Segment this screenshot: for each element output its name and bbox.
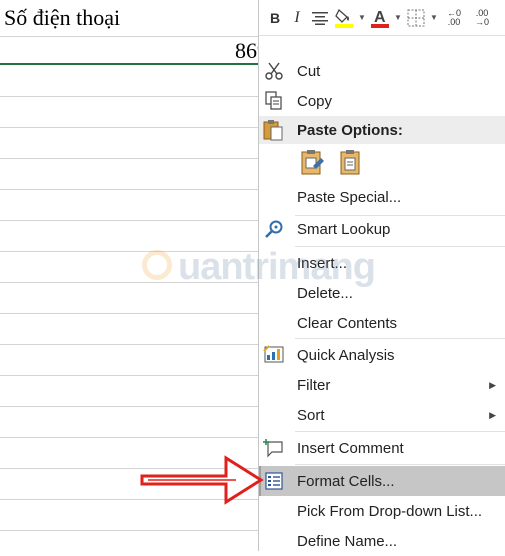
menu-item-filter[interactable]: Filter ▶: [259, 370, 505, 400]
menu-item-format-cells[interactable]: Format Cells...: [259, 466, 505, 496]
fill-color-dropdown[interactable]: ▼: [357, 5, 367, 31]
menu-item-insert[interactable]: Insert...: [259, 248, 505, 278]
menu-item-define-name[interactable]: Define Name...: [259, 526, 505, 556]
menu-item-cut[interactable]: Cut: [259, 56, 505, 86]
menu-label: Paste Special...: [297, 188, 402, 206]
menu-label: Cut: [297, 62, 321, 80]
copy-icon: [265, 91, 282, 110]
row-line: [0, 189, 258, 190]
row-line: [0, 96, 258, 97]
menu-label: Sort: [297, 406, 325, 424]
row-line: [0, 375, 258, 376]
fill-color-button[interactable]: [333, 5, 355, 31]
paste-options-header: Paste Options:: [259, 116, 505, 144]
row-line: [0, 282, 258, 283]
increase-decimal-bottom: .00: [447, 16, 461, 27]
submenu-arrow-icon: ▶: [489, 379, 496, 390]
smart-lookup-icon: [265, 220, 283, 238]
menu-label: Delete...: [297, 284, 353, 302]
borders-dropdown[interactable]: ▼: [429, 5, 439, 31]
row-line: [0, 251, 258, 252]
menu-label: Pick From Drop-down List...: [297, 502, 483, 520]
menu-label: Insert...: [297, 254, 348, 272]
center-align-button[interactable]: [309, 5, 331, 31]
increase-decimal-button[interactable]: ←0 .00: [441, 5, 467, 31]
borders-icon: [407, 9, 425, 26]
italic-button[interactable]: I: [287, 5, 307, 31]
menu-label: Smart Lookup: [297, 220, 391, 238]
format-cells-icon: [265, 472, 283, 490]
menu-separator: [295, 246, 505, 247]
menu-item-quick-analysis[interactable]: Quick Analysis: [259, 340, 505, 370]
menu-label: Clear Contents: [297, 314, 398, 332]
menu-item-copy[interactable]: Copy: [259, 86, 505, 116]
menu-label: Filter: [297, 376, 331, 394]
row-line: [0, 127, 258, 128]
svg-text:A: A: [374, 9, 386, 26]
menu-separator: [295, 338, 505, 339]
align-center-icon: [312, 11, 328, 25]
menu-item-sort[interactable]: Sort ▶: [259, 400, 505, 430]
decrease-decimal-bottom: →0: [474, 16, 489, 27]
paste-icon[interactable]: [335, 148, 367, 178]
paste-keep-formatting-icon[interactable]: [297, 148, 329, 178]
paste-options-row: [297, 148, 373, 178]
row-line: [0, 344, 258, 345]
row-line: [0, 530, 258, 531]
decrease-decimal-button[interactable]: .00 →0: [469, 5, 495, 31]
menu-item-paste-special[interactable]: Paste Special...: [259, 182, 505, 212]
menu-item-insert-comment[interactable]: Insert Comment: [259, 433, 505, 463]
mini-toolbar: B I ▼ A ▼ ▼ ←0 .00 .00 →0: [258, 0, 505, 36]
menu-item-delete[interactable]: Delete...: [259, 278, 505, 308]
menu-label: Define Name...: [297, 532, 398, 550]
row-line: [0, 313, 258, 314]
font-color-icon: A: [371, 9, 389, 28]
selected-cell[interactable]: 86977: [0, 36, 296, 66]
menu-separator: [295, 464, 505, 465]
bold-button[interactable]: B: [265, 5, 285, 31]
font-color-dropdown[interactable]: ▼: [393, 5, 403, 31]
context-menu: Cut Copy Paste Options: Paste Special...…: [258, 36, 505, 551]
paint-bucket-icon: [335, 8, 353, 28]
menu-label: Insert Comment: [297, 439, 404, 457]
menu-item-pick-from-dropdown[interactable]: Pick From Drop-down List...: [259, 496, 505, 526]
menu-separator: [295, 431, 505, 432]
menu-label: Format Cells...: [297, 472, 395, 490]
insert-comment-icon: [263, 439, 283, 458]
menu-label: Copy: [297, 92, 333, 110]
header-cell[interactable]: Số điện thoại: [0, 0, 258, 36]
menu-item-clear-contents[interactable]: Clear Contents: [259, 308, 505, 338]
row-line: [0, 220, 258, 221]
row-line: [0, 406, 258, 407]
font-color-button[interactable]: A: [369, 5, 391, 31]
menu-label: Quick Analysis: [297, 346, 395, 364]
paste-options-label: Paste Options:: [297, 121, 403, 139]
quick-analysis-icon: [263, 345, 284, 363]
menu-item-smart-lookup[interactable]: Smart Lookup: [259, 214, 505, 244]
row-line: [0, 437, 258, 438]
borders-button[interactable]: [405, 5, 427, 31]
row-line: [0, 158, 258, 159]
clipboard-icon: [263, 120, 283, 141]
submenu-arrow-icon: ▶: [489, 409, 496, 420]
scissors-icon: [265, 62, 283, 80]
red-arrow-icon: [140, 455, 264, 505]
